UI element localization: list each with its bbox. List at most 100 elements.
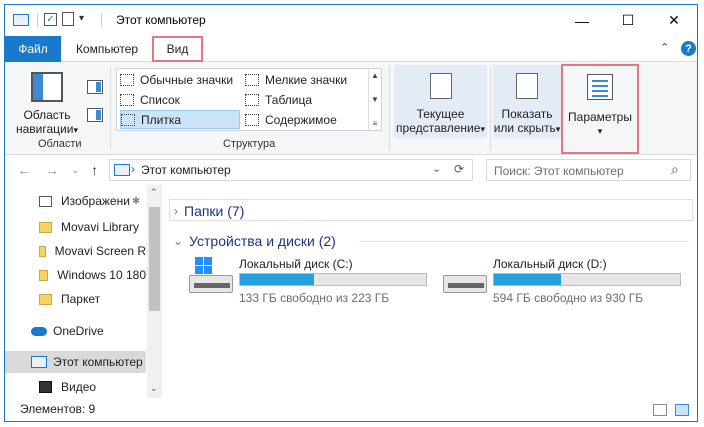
breadcrumb-separator-icon: › [131,162,135,176]
show-hide-button[interactable]: Показать или скрыть▾ [493,65,561,138]
maximize-button[interactable]: ☐ [605,5,651,36]
show-hide-label-2: или скрыть [493,121,556,135]
layout-option-list[interactable]: Список [120,90,238,109]
up-arrow-icon[interactable]: ↑ [91,162,98,178]
recent-locations-icon[interactable]: ⌄ [71,165,79,176]
tab-file[interactable]: Файл [5,36,61,62]
chevron-down-icon: ▾ [597,126,603,136]
content-pane: › Папки (7) ⌄ Устройства и диски (2) Лок… [163,185,697,398]
details-pane-icon[interactable] [87,108,103,122]
divider [110,66,111,150]
quick-access-dropdown-icon[interactable]: ▾ [79,13,84,24]
forward-arrow-icon[interactable]: → [45,162,59,178]
sidebar-item-onedrive[interactable]: OneDrive [5,320,146,342]
options-icon [587,74,613,100]
scroll-up-icon[interactable]: ⌃ [150,187,158,198]
back-arrow-icon[interactable]: ← [17,162,31,178]
breadcrumb[interactable]: Этот компьютер [141,163,231,177]
show-hide-icon [516,73,538,99]
window-title: Этот компьютер [116,13,206,27]
chevron-down-icon: ▾ [555,124,561,134]
group-divider [359,241,689,242]
current-view-icon [430,73,452,99]
minimize-button[interactable]: — [559,5,605,36]
properties-icon[interactable]: ✓ [44,13,57,26]
options-button[interactable]: Параметры ▾ [561,64,639,154]
grid-icon [120,73,134,86]
drive-usage-fill [240,274,315,285]
grid-icon [245,73,259,86]
pin-icon: ✱ [131,195,141,207]
drive-free-space: 594 ГБ свободно из 930 ГБ [493,291,644,305]
items-count: Элементов: 9 [20,402,96,416]
close-button[interactable]: ✕ [651,5,697,36]
folders-group[interactable]: › Папки (7) [169,199,693,221]
divider [37,13,38,27]
folder-icon [39,245,46,257]
search-placeholder: Поиск: Этот компьютер [494,164,624,178]
scrollbar-thumb[interactable] [149,207,160,311]
sidebar-scrollbar[interactable]: ⌃ ⌄ [147,185,162,398]
group-label-layout: Структура [223,138,276,150]
nav-pane-label-2: навигации [16,122,74,136]
sidebar-item-this-pc[interactable]: Этот компьютер [5,351,146,373]
ribbon: Область навигации▾ Области Обычные значк… [5,62,697,155]
group-label-panes: Области [38,138,82,150]
address-field[interactable]: › Этот компьютер ⌄ ⟳ [109,159,473,181]
ribbon-tabs: Файл Компьютер Вид ⌃ ? [5,36,697,62]
search-icon[interactable]: ⌕ [671,161,679,178]
current-view-label-1: Текущее [416,107,465,121]
drive-name: Локальный диск (D:) [493,257,607,271]
tab-view[interactable]: Вид [152,36,203,62]
collapse-ribbon-icon[interactable]: ⌃ [660,41,669,54]
layout-option-small-icons[interactable]: Мелкие значки [245,70,363,89]
computer-icon [31,356,47,368]
layout-gallery-scroll[interactable]: ▲ ▼ ≡ [368,69,381,130]
pictures-icon [39,195,52,207]
details-view-icon[interactable] [653,404,667,416]
drive-usage-bar [239,273,427,286]
search-input[interactable]: Поиск: Этот компьютер ⌕ [486,159,691,181]
large-icons-view-icon[interactable] [675,404,689,416]
sidebar-item-video[interactable]: Видео [5,376,146,398]
show-hide-label-1: Показать [501,107,553,121]
divider [490,66,491,150]
drive-name: Локальный диск (C:) [239,257,353,271]
hard-drive-icon [443,275,487,293]
tiles-icon [121,113,135,126]
layout-option-content[interactable]: Содержимое [245,110,363,129]
title-bar: ✓ ▾ Этот компьютер — ☐ ✕ [5,5,697,36]
status-bar: Элементов: 9 [5,398,697,421]
details-icon [245,93,259,106]
drive-free-space: 133 ГБ свободно из 223 ГБ [239,291,390,305]
refresh-icon[interactable]: ⟳ [454,162,464,176]
layout-option-details[interactable]: Таблица [245,90,363,109]
folder-icon [39,269,49,281]
chevron-down-icon: ▾ [73,125,78,135]
address-dropdown-icon[interactable]: ⌄ [432,162,441,175]
sidebar-item-movavi-library[interactable]: Movavi Library [5,216,146,238]
explorer-window: ✓ ▾ Этот компьютер — ☐ ✕ Файл Компьютер … [4,4,698,422]
scroll-down-icon[interactable]: ⌄ [150,383,158,394]
tab-computer[interactable]: Компьютер [66,36,148,62]
sidebar-item-movavi-screen[interactable]: Movavi Screen R [5,240,146,262]
sidebar-item-windows10[interactable]: Windows 10 180 [5,264,146,286]
preview-pane-icon[interactable] [87,80,103,94]
chevron-down-icon: ▾ [480,124,485,134]
devices-group-header[interactable]: ⌄ Устройства и диски (2) [173,230,336,252]
computer-icon [114,164,130,176]
chevron-right-icon: › [174,204,178,218]
folders-group-header[interactable]: › Папки (7) [174,200,244,222]
navigation-pane-icon[interactable] [31,72,63,102]
drive-usage-fill [494,274,561,285]
layout-option-tiles[interactable]: Плитка [120,110,240,129]
new-folder-icon[interactable] [62,12,74,26]
chevron-down-icon: ⌄ [173,234,184,248]
layout-option-medium-icons[interactable]: Обычные значки [120,70,238,89]
current-view-button[interactable]: Текущее представление▾ [394,65,487,138]
cloud-icon [31,326,47,336]
sidebar-item-parket[interactable]: Паркет [5,288,146,310]
navigation-pane-button[interactable]: Область навигации▾ [13,108,81,137]
sidebar-item-pictures[interactable]: Изображени ✱ [5,190,146,212]
help-icon[interactable]: ? [681,41,696,56]
